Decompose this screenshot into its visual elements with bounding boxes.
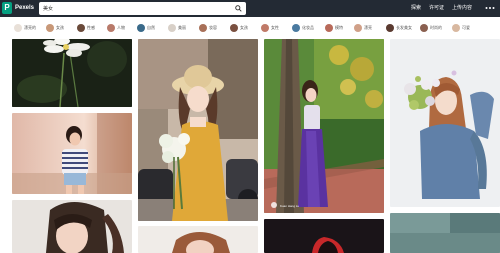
tag-thumbnail [107,24,115,32]
tag-label: 自然 [147,25,155,30]
tag-label: 女孩 [56,25,64,30]
photo-white-flower-image [12,39,132,107]
photo-woman-dark-red-light-image [264,219,384,253]
tag-thumbnail [46,24,54,32]
tag-thumbnail [261,24,269,32]
photo-dark-teal-partial-image [390,213,500,253]
photo-woman-portrait-hair[interactable] [12,200,132,253]
photo-credit[interactable]: Kuan Hang Lu [280,204,299,208]
tag-thumbnail [386,24,394,32]
tag-label: 漂亮 [364,25,372,30]
photo-woman-portrait-hair-image [12,200,132,253]
tag-thumbnail [452,24,460,32]
photo-woman-red-hair[interactable] [138,226,258,253]
photo-woman-purple-skirt-tree[interactable]: Kuan Hang Lu [264,39,384,213]
photo-woman-striped-shirt[interactable] [12,113,132,194]
search-box[interactable] [39,2,246,15]
tag-label: 化妆品 [302,25,314,30]
search-icon[interactable] [235,5,242,12]
tag-thumbnail [14,24,22,32]
pexels-logo[interactable]: P [2,2,12,14]
photo-dark-teal-partial[interactable] [390,213,500,253]
brand-name[interactable]: Pexels [15,3,34,13]
tag-thumbnail [230,24,238,32]
tag-label: 时尚的 [430,25,442,30]
ellipsis-icon[interactable] [485,4,495,12]
tag-label: 漂亮的 [24,25,36,30]
tag-thumbnail [168,24,176,32]
nav-link-license[interactable]: 许可证 [429,3,444,13]
tag-label: 女性 [271,25,279,30]
related-tags-bar: 漂亮的 女孩 性感 人物 自然 美丽 妆容 女孩 女性 化妆品 模特 漂亮 长发美女 时尚的 可爱 [0,17,500,39]
photo-woman-striped-shirt-image [12,113,132,194]
photo-woman-blue-sweater-flowers-image [390,39,500,207]
tag-label: 性感 [87,25,95,30]
tag-thumbnail [420,24,428,32]
tag-label: 美丽 [178,25,186,30]
tag-thumbnail [325,24,333,32]
tag-thumbnail [354,24,362,32]
tag-thumbnail [292,24,300,32]
tag-label: 可爱 [462,25,470,30]
nav-link-upload[interactable]: 上传内容 [452,3,472,13]
photo-white-flower[interactable] [12,39,132,107]
photo-woman-blue-sweater-flowers[interactable] [390,39,500,207]
photo-woman-dark-red-light[interactable] [264,219,384,253]
tag-label: 人物 [117,25,125,30]
tag-label: 妆容 [209,25,217,30]
photo-woman-sunhat-bouquet[interactable] [138,39,258,221]
tag-label: 模特 [335,25,343,30]
photo-woman-red-hair-image [138,226,258,253]
tag-thumbnail [199,24,207,32]
nav-link-explore[interactable]: 探索 [411,3,421,13]
photo-woman-sunhat-bouquet-image [138,39,258,221]
tag-thumbnail [77,24,85,32]
top-nav: P Pexels 探索 许可证 上传内容 [0,0,500,17]
tag-thumbnail [137,24,145,32]
tag-label: 女孩 [240,25,248,30]
tag-label: 长发美女 [396,25,412,30]
search-input[interactable] [43,3,233,14]
photo-woman-purple-skirt-tree-image [264,39,384,213]
